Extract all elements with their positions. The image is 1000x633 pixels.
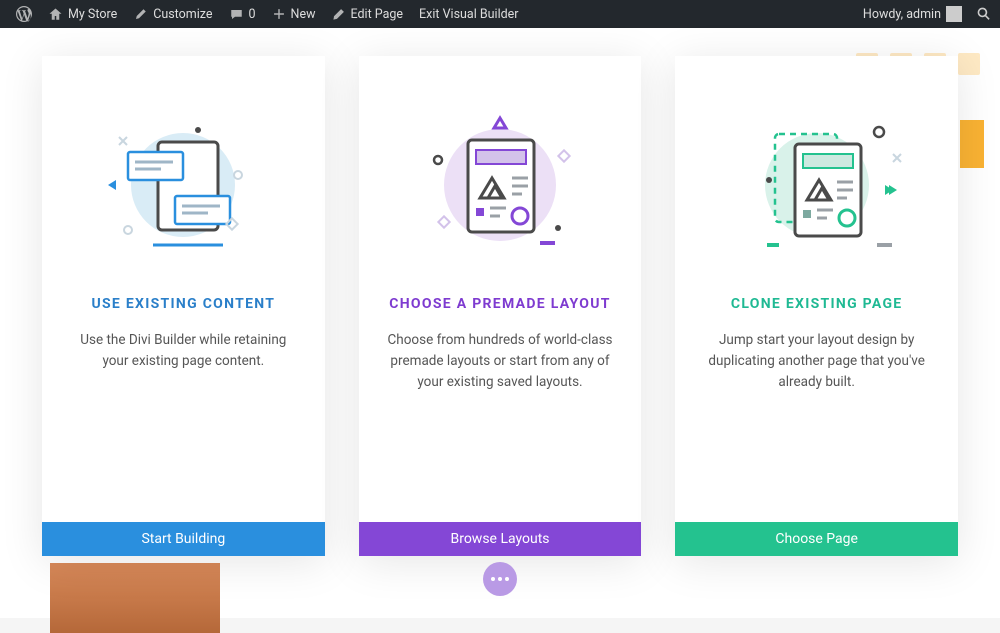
bg-accent-block xyxy=(960,120,984,168)
card-body: CLONE EXISTING PAGE Jump start your layo… xyxy=(675,296,958,522)
card-title: USE EXISTING CONTENT xyxy=(68,296,299,312)
admin-bar-right: Howdy, admin xyxy=(855,0,992,28)
search-icon[interactable] xyxy=(976,6,992,22)
pencil-icon xyxy=(332,7,346,21)
new-content-menu[interactable]: New xyxy=(264,0,324,28)
card-illustration xyxy=(675,56,958,296)
comment-icon xyxy=(229,7,244,22)
card-title: CLONE EXISTING PAGE xyxy=(701,296,932,312)
exit-visual-builder[interactable]: Exit Visual Builder xyxy=(411,0,527,28)
card-choose-premade-layout: CHOOSE A PREMADE LAYOUT Choose from hund… xyxy=(359,56,642,556)
plus-icon xyxy=(272,7,286,21)
card-clone-existing-page: CLONE EXISTING PAGE Jump start your layo… xyxy=(675,56,958,556)
card-illustration xyxy=(359,56,642,296)
dot-icon xyxy=(505,577,509,581)
card-body: CHOOSE A PREMADE LAYOUT Choose from hund… xyxy=(359,296,642,522)
customize-menu[interactable]: Customize xyxy=(125,0,220,28)
card-title: CHOOSE A PREMADE LAYOUT xyxy=(385,296,616,312)
site-name-label: My Store xyxy=(68,7,117,22)
bg-image-preview xyxy=(50,563,220,633)
clone-page-illus-icon xyxy=(717,100,917,270)
divi-fab-button[interactable] xyxy=(483,562,517,596)
dot-icon xyxy=(491,577,495,581)
comments-menu[interactable]: 0 xyxy=(221,0,264,28)
card-description: Choose from hundreds of world-class prem… xyxy=(385,330,616,393)
browse-layouts-button[interactable]: Browse Layouts xyxy=(359,522,642,556)
premade-layout-illus-icon xyxy=(400,100,600,270)
onboarding-cards: USE EXISTING CONTENT Use the Divi Builde… xyxy=(42,56,958,556)
dot-icon xyxy=(498,577,502,581)
greeting-label: Howdy, admin xyxy=(863,7,941,22)
card-description: Jump start your layout design by duplica… xyxy=(701,330,932,393)
comments-count: 0 xyxy=(249,7,256,22)
wp-logo-menu[interactable] xyxy=(8,0,40,28)
card-use-existing-content: USE EXISTING CONTENT Use the Divi Builde… xyxy=(42,56,325,556)
site-name-menu[interactable]: My Store xyxy=(40,0,125,28)
linkedin-icon[interactable] xyxy=(958,53,980,75)
button-label: Choose Page xyxy=(775,531,858,547)
card-body: USE EXISTING CONTENT Use the Divi Builde… xyxy=(42,296,325,522)
card-illustration xyxy=(42,56,325,296)
brush-icon xyxy=(133,7,148,22)
wordpress-icon xyxy=(16,6,32,22)
exit-vb-label: Exit Visual Builder xyxy=(419,7,519,22)
edit-page-label: Edit Page xyxy=(351,7,404,22)
home-icon xyxy=(48,7,63,22)
my-account-menu[interactable]: Howdy, admin xyxy=(855,0,966,28)
admin-bar-left: My Store Customize 0 New Edit Page xyxy=(8,0,527,28)
button-label: Start Building xyxy=(141,531,225,547)
new-label: New xyxy=(291,7,316,22)
customize-label: Customize xyxy=(153,7,212,22)
wp-admin-bar: My Store Customize 0 New Edit Page xyxy=(0,0,1000,28)
button-label: Browse Layouts xyxy=(450,531,549,547)
choose-page-button[interactable]: Choose Page xyxy=(675,522,958,556)
card-description: Use the Divi Builder while retaining you… xyxy=(68,330,299,372)
start-building-button[interactable]: Start Building xyxy=(42,522,325,556)
existing-content-illus-icon xyxy=(83,100,283,270)
edit-page-menu[interactable]: Edit Page xyxy=(324,0,412,28)
avatar xyxy=(946,6,962,22)
